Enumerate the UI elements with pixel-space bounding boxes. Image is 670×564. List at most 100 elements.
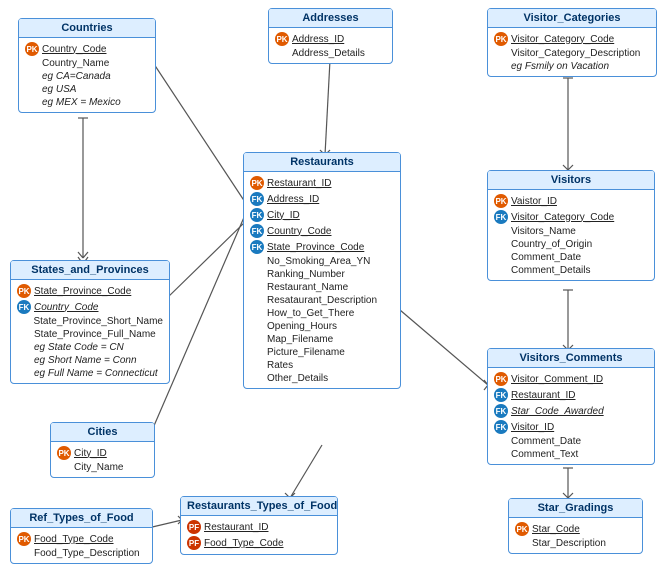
entity-star-gradings: Star_Gradings PK Star_Code Star_Descript… xyxy=(508,498,643,554)
entity-visitor-categories: Visitor_Categories PK Visitor_Category_C… xyxy=(487,8,657,77)
field-name: City_ID xyxy=(267,210,300,221)
field-name: Country_Code xyxy=(267,226,331,237)
field-row: How_to_Get_There xyxy=(250,307,394,320)
field-row: Rates xyxy=(250,359,394,372)
field-row: PK Address_ID xyxy=(275,31,386,47)
entity-visitors: Visitors PK Vaistor_ID FK Visitor_Catego… xyxy=(487,170,655,281)
field-row: No_Smoking_Area_YN xyxy=(250,255,394,268)
field-row: FK Star_Code_Awarded xyxy=(494,403,648,419)
fk-badge: FK xyxy=(250,192,264,206)
field-name: Comment_Details xyxy=(511,265,590,276)
entity-restaurants-types-food-header: Restaurants_Types_of_Food xyxy=(181,497,337,516)
field-row: Other_Details xyxy=(250,372,394,385)
entity-visitor-categories-header: Visitor_Categories xyxy=(488,9,656,28)
field-row: Ranking_Number xyxy=(250,268,394,281)
field-row: Address_Details xyxy=(275,47,386,60)
field-name: City_ID xyxy=(74,448,107,459)
field-name: Address_Details xyxy=(292,48,365,59)
field-name: eg CA=Canada xyxy=(42,71,111,82)
field-name: City_Name xyxy=(74,462,123,473)
entity-star-gradings-header: Star_Gradings xyxy=(509,499,642,518)
field-row: State_Province_Short_Name xyxy=(17,315,163,328)
fk-badge: FK xyxy=(494,420,508,434)
pk-badge: PK xyxy=(494,372,508,386)
field-name: Food_Type_Code xyxy=(34,534,114,545)
pk-badge: PK xyxy=(494,194,508,208)
entity-visitors-body: PK Vaistor_ID FK Visitor_Category_Code V… xyxy=(488,190,654,280)
entity-visitors-header: Visitors xyxy=(488,171,654,190)
pf-badge: PF xyxy=(187,520,201,534)
fk-badge: FK xyxy=(494,388,508,402)
field-name: Food_Type_Code xyxy=(204,538,284,549)
field-name: Visitor_ID xyxy=(511,422,554,433)
field-name: eg Fsmily on Vacation xyxy=(511,61,609,72)
field-row: Restaurant_Name xyxy=(250,281,394,294)
entity-visitors-comments-body: PK Visitor_Comment_ID FK Restaurant_ID F… xyxy=(488,368,654,464)
field-row: PK Star_Code xyxy=(515,521,636,537)
entity-visitors-comments: Visitors_Comments PK Visitor_Comment_ID … xyxy=(487,348,655,465)
field-name: Visitors_Name xyxy=(511,226,576,237)
field-name: eg Short Name = Conn xyxy=(34,355,137,366)
fk-badge: FK xyxy=(494,404,508,418)
field-row: eg USA xyxy=(25,83,149,96)
field-name: Restaurant_ID xyxy=(204,522,268,533)
field-name: State_Province_Code xyxy=(34,286,131,297)
field-name: Other_Details xyxy=(267,373,328,384)
entity-ref-types-food-header: Ref_Types_of_Food xyxy=(11,509,152,528)
field-name: Country_Name xyxy=(42,58,109,69)
field-row: eg State Code = CN xyxy=(17,341,163,354)
field-row: Comment_Date xyxy=(494,435,648,448)
field-name: State_Province_Short_Name xyxy=(33,316,163,327)
field-row: PF Food_Type_Code xyxy=(187,535,331,551)
entity-restaurants: Restaurants PK Restaurant_ID FK Address_… xyxy=(243,152,401,389)
field-name: Country_Code xyxy=(42,44,106,55)
field-name: Visitor_Category_Code xyxy=(511,34,614,45)
field-row: eg Fsmily on Vacation xyxy=(494,60,650,73)
entity-addresses-header: Addresses xyxy=(269,9,392,28)
field-name: Address_ID xyxy=(267,194,319,205)
entity-star-gradings-body: PK Star_Code Star_Description xyxy=(509,518,642,553)
pk-badge: PK xyxy=(250,176,264,190)
field-row: Resataurant_Description xyxy=(250,294,394,307)
field-row: PK Food_Type_Code xyxy=(17,531,146,547)
diagram-container: Countries PK Country_Code Country_Name e… xyxy=(0,0,670,564)
entity-restaurants-types-food-body: PF Restaurant_ID PF Food_Type_Code xyxy=(181,516,337,554)
field-name: Opening_Hours xyxy=(267,321,337,332)
field-name: No_Smoking_Area_YN xyxy=(267,256,370,267)
field-name: eg USA xyxy=(42,84,76,95)
entity-restaurants-types-food: Restaurants_Types_of_Food PF Restaurant_… xyxy=(180,496,338,555)
pk-badge: PK xyxy=(515,522,529,536)
field-name: Vaistor_ID xyxy=(511,196,557,207)
field-name: eg Full Name = Connecticut xyxy=(34,368,158,379)
field-name: Restaurant_ID xyxy=(267,178,331,189)
field-row: PK State_Province_Code xyxy=(17,283,163,299)
field-row: Map_Filename xyxy=(250,333,394,346)
field-row: FK Country_Code xyxy=(250,223,394,239)
pk-badge: PK xyxy=(57,446,71,460)
field-name: eg MEX = Mexico xyxy=(42,97,121,108)
field-row: eg CA=Canada xyxy=(25,70,149,83)
field-name: Visitor_Category_Description xyxy=(511,48,640,59)
field-row: Comment_Details xyxy=(494,264,648,277)
field-row: PK Visitor_Category_Code xyxy=(494,31,650,47)
field-row: PK Country_Code xyxy=(25,41,149,57)
field-row: Opening_Hours xyxy=(250,320,394,333)
entity-cities-header: Cities xyxy=(51,423,154,442)
field-name: Star_Code xyxy=(532,524,580,535)
entity-restaurants-header: Restaurants xyxy=(244,153,400,172)
pf-badge: PF xyxy=(187,536,201,550)
field-row: Comment_Text xyxy=(494,448,648,461)
field-row: FK Restaurant_ID xyxy=(494,387,648,403)
field-row: eg Full Name = Connecticut xyxy=(17,367,163,380)
field-row: FK Visitor_Category_Code xyxy=(494,209,648,225)
field-name: How_to_Get_There xyxy=(267,308,354,319)
field-name: Comment_Text xyxy=(511,449,578,460)
field-name: eg State Code = CN xyxy=(34,342,124,353)
field-name: Map_Filename xyxy=(267,334,333,345)
field-row: PK Visitor_Comment_ID xyxy=(494,371,648,387)
field-row: Country_Name xyxy=(25,57,149,70)
field-row: PF Restaurant_ID xyxy=(187,519,331,535)
entity-addresses: Addresses PK Address_ID Address_Details xyxy=(268,8,393,64)
entity-visitors-comments-header: Visitors_Comments xyxy=(488,349,654,368)
field-name: Address_ID xyxy=(292,34,344,45)
